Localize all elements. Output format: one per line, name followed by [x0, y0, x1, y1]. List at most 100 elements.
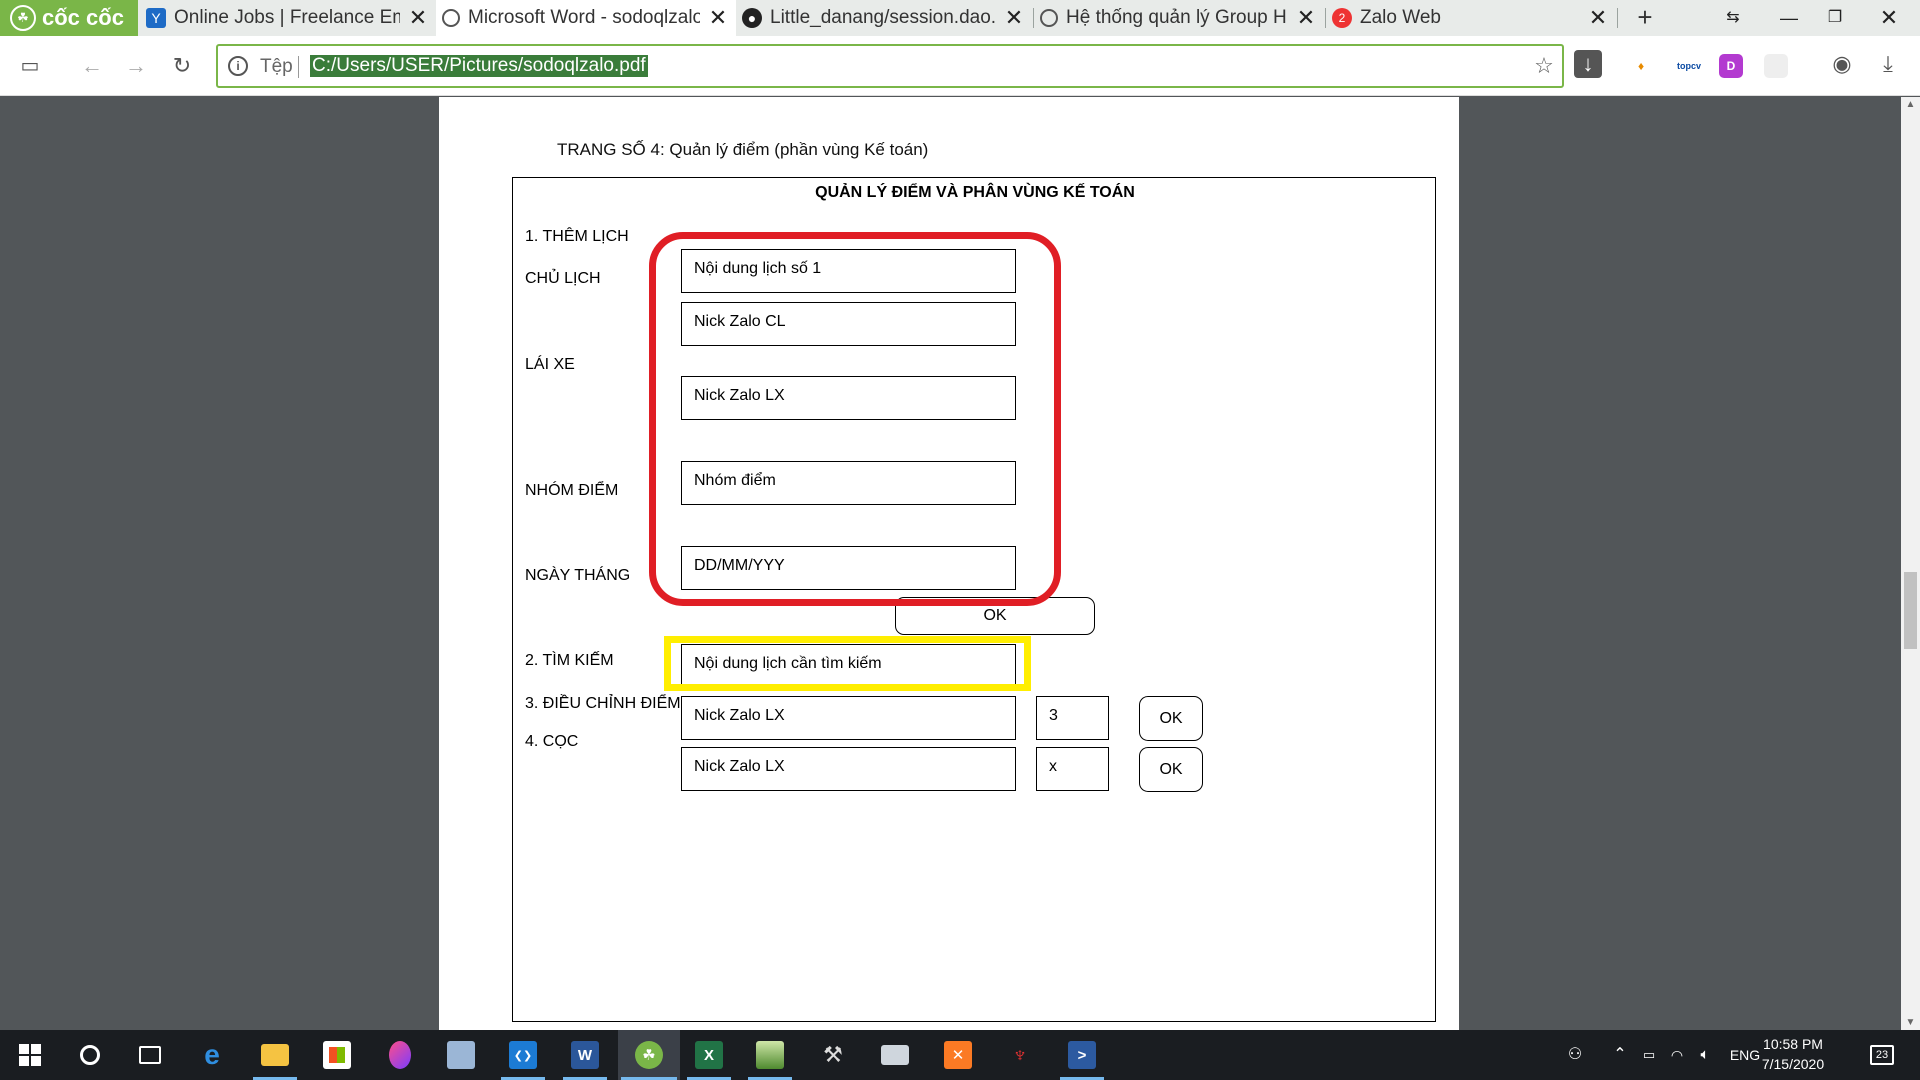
xampp-icon: ✕ [944, 1041, 972, 1069]
address-bar[interactable]: i Tệp C:/Users/USER/Pictures/sodoqlzalo.… [216, 44, 1564, 88]
windows-taskbar: e ❮❯ W ☘ X ⚒ ✕ ♆ > ⚇ ⌃ ▭ ◠ 🔈︎ ENG 10:58 … [0, 1030, 1920, 1080]
ok-button-coc: OK [1139, 747, 1203, 792]
label-chu-lich: CHỦ LỊCH [525, 270, 601, 287]
taskbar-photo[interactable] [745, 1030, 795, 1080]
battery-icon[interactable]: ▭ [1636, 1030, 1662, 1080]
paint-drop-icon [389, 1041, 411, 1069]
tab-title: Zalo Web [1360, 7, 1441, 28]
window-close-button[interactable]: ✕ [1866, 0, 1912, 36]
tab-title: Online Jobs | Freelance Emplo [174, 7, 400, 28]
profile-icon[interactable]: ◉ [1828, 50, 1856, 78]
taskbar-xampp[interactable]: ✕ [933, 1030, 983, 1080]
red-highlight-annotation [649, 232, 1061, 606]
game-icon: ♆ [1011, 1042, 1029, 1067]
star-icon[interactable]: ☆ [1530, 52, 1558, 80]
browser-toolbar: ▭ ← → ↻ i Tệp C:/Users/USER/Pictures/sod… [0, 36, 1920, 96]
tab-title: Little_danang/session.dao.ph [770, 7, 996, 28]
powershell-icon: > [1068, 1041, 1096, 1069]
taskbar-box-app[interactable] [436, 1030, 486, 1080]
scroll-down-icon[interactable]: ▼ [1901, 1017, 1920, 1028]
close-icon[interactable]: ✕ [1588, 5, 1608, 31]
clock-date: 7/15/2020 [1761, 1056, 1825, 1072]
label-coc: 4. CỌC [525, 733, 579, 750]
search-button[interactable] [65, 1030, 115, 1080]
minimize-button[interactable]: — [1766, 0, 1812, 36]
taskbar-scanner[interactable] [870, 1030, 920, 1080]
taskbar-excel[interactable]: X [684, 1030, 734, 1080]
taskbar-tools[interactable]: ⚒ [808, 1030, 858, 1080]
ok-button-dieu-chinh: OK [1139, 696, 1203, 741]
coc-nick-field: Nick Zalo LX [681, 747, 1016, 791]
close-icon[interactable]: ✕ [1296, 5, 1316, 31]
taskbar-powershell[interactable]: > [1057, 1030, 1107, 1080]
scanner-icon [881, 1045, 909, 1065]
taskbar-edge[interactable]: e [187, 1030, 237, 1080]
start-icon [19, 1044, 41, 1066]
task-view-button[interactable] [125, 1030, 175, 1080]
tab-zalo[interactable]: 2 Zalo Web ✕ [1326, 0, 1616, 36]
downloads-icon[interactable]: ⤓ [1874, 50, 1902, 78]
d-icon[interactable]: D [1719, 54, 1743, 78]
label-dieu-chinh-diem: 3. ĐIỀU CHỈNH ĐIỂM [525, 695, 681, 712]
people-icon[interactable]: ⚇ [1560, 1030, 1590, 1080]
volume-icon[interactable]: 🔈︎ [1692, 1030, 1718, 1080]
start-button[interactable] [5, 1030, 55, 1080]
taskbar-vscode[interactable]: ❮❯ [498, 1030, 548, 1080]
tab-search-icon[interactable]: ⇆ [1710, 0, 1756, 36]
label-lai-xe: LÁI XE [525, 356, 575, 373]
label-ngay-thang: NGÀY THÁNG [525, 567, 631, 584]
vertical-scrollbar[interactable]: ▲ ▼ [1901, 97, 1920, 1030]
excel-icon: X [695, 1041, 723, 1069]
task-view-icon [139, 1046, 161, 1064]
yellow-highlight-annotation [664, 636, 1031, 691]
close-icon[interactable]: ✕ [408, 5, 428, 31]
tab-group-high[interactable]: Hệ thống quản lý Group High ✕ [1034, 0, 1324, 36]
scroll-up-icon[interactable]: ▲ [1901, 99, 1920, 110]
coc-value-field: x [1036, 747, 1109, 791]
github-icon: ● [742, 8, 762, 28]
vscode-icon: ❮❯ [509, 1041, 537, 1069]
tab-upwork[interactable]: Y Online Jobs | Freelance Emplo ✕ [140, 0, 436, 36]
search-circle-icon [80, 1045, 100, 1065]
label-tim-kiem: 2. TÌM KIẾM [525, 652, 614, 669]
form-frame: QUẢN LÝ ĐIỂM VÀ PHÂN VÙNG KẾ TOÁN 1. THÊ… [512, 177, 1436, 1022]
wifi-icon[interactable]: ◠ [1664, 1030, 1690, 1080]
chevron-up-icon[interactable]: ⌃ [1608, 1030, 1632, 1080]
blank-icon[interactable] [1764, 54, 1788, 78]
pdf-page: TRANG SỐ 4: Quản lý điểm (phần vùng Kế t… [439, 97, 1459, 1030]
close-icon[interactable]: ✕ [1004, 5, 1024, 31]
coccoc-icon[interactable]: ♦ [1629, 54, 1653, 78]
brand-label: cốc cốc [42, 5, 124, 30]
close-icon[interactable]: ✕ [708, 5, 728, 31]
taskbar-word[interactable]: W [560, 1030, 610, 1080]
pdf-viewer: TRANG SỐ 4: Quản lý điểm (phần vùng Kế t… [0, 97, 1920, 1030]
taskbar-coccoc[interactable]: ☘ [618, 1030, 680, 1080]
frame-title: QUẢN LÝ ĐIỂM VÀ PHÂN VÙNG KẾ TOÁN [815, 184, 1135, 201]
tab-word-pdf[interactable]: Microsoft Word - sodoqlzalo ✕ [436, 0, 736, 36]
restore-button[interactable]: ❐ [1812, 0, 1858, 36]
info-icon[interactable]: i [228, 56, 248, 76]
clock-time: 10:58 PM [1763, 1036, 1823, 1052]
upwork-icon: Y [146, 8, 166, 28]
taskbar-paint-drop[interactable] [375, 1030, 425, 1080]
notification-center-button[interactable]: 23 [1862, 1030, 1902, 1080]
store-icon [323, 1041, 351, 1069]
topcv-icon[interactable]: topcv [1674, 54, 1704, 78]
download-page-icon[interactable]: ↓ [1574, 50, 1602, 78]
photo-icon [756, 1041, 784, 1069]
clock[interactable]: 10:58 PM 7/15/2020 [1755, 1034, 1831, 1074]
reload-icon[interactable]: ↻ [166, 50, 198, 82]
forward-icon[interactable]: → [120, 50, 152, 82]
back-icon[interactable]: ← [76, 50, 108, 82]
coccoc-menu-button[interactable]: ☘ cốc cốc [0, 0, 138, 36]
url-text[interactable]: C:/Users/USER/Pictures/sodoqlzalo.pdf [310, 55, 648, 77]
sidebar-toggle-icon[interactable]: ▭ [14, 50, 46, 82]
taskbar-store[interactable] [312, 1030, 362, 1080]
notifications-icon: 23 [1870, 1045, 1894, 1065]
edge-icon: e [204, 1039, 220, 1070]
taskbar-game[interactable]: ♆ [995, 1030, 1045, 1080]
taskbar-file-explorer[interactable] [250, 1030, 300, 1080]
scroll-thumb[interactable] [1904, 572, 1917, 649]
new-tab-button[interactable]: + [1627, 0, 1663, 36]
tab-github[interactable]: ● Little_danang/session.dao.ph ✕ [736, 0, 1032, 36]
